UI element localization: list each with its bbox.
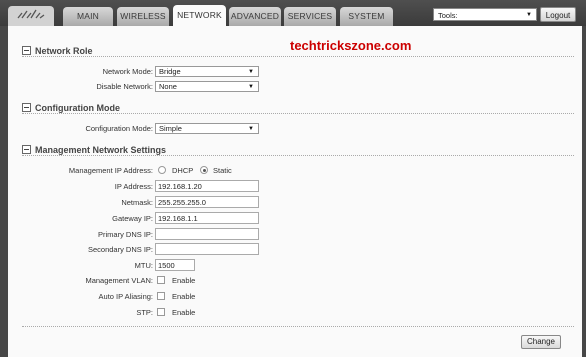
disable-network-label: Disable Network: — [96, 82, 153, 91]
tab-wireless[interactable]: WIRELESS — [117, 7, 169, 26]
tab-system[interactable]: SYSTEM — [340, 7, 393, 26]
logout-button[interactable]: Logout — [540, 7, 576, 22]
stp-label: STP: — [136, 308, 153, 317]
primary-dns-input[interactable] — [155, 228, 259, 240]
tab-advanced[interactable]: ADVANCED — [229, 7, 281, 26]
watermark-text: techtrickszone.com — [290, 38, 412, 53]
management-ip-address-label: Management IP Address: — [68, 166, 153, 175]
configuration-mode-section-title[interactable]: Configuration Mode — [22, 102, 120, 113]
management-network-section-title[interactable]: Management Network Settings — [22, 144, 166, 155]
collapse-icon[interactable] — [22, 103, 31, 112]
mtu-input[interactable]: 1500 — [155, 259, 195, 271]
dhcp-radio[interactable] — [158, 166, 166, 174]
chevron-down-icon: ▼ — [248, 69, 254, 75]
ubiquiti-logo-icon — [17, 9, 45, 19]
management-vlan-enable-label: Enable — [172, 276, 196, 285]
divider — [22, 155, 574, 156]
ip-address-input[interactable]: 192.168.1.20 — [155, 180, 259, 192]
static-label: Static — [213, 166, 232, 175]
configuration-mode-select[interactable]: Simple ▼ — [155, 123, 259, 134]
auto-ip-aliasing-label: Auto IP Aliasing: — [98, 292, 153, 301]
top-navigation-bar: MAIN WIRELESS NETWORK ADVANCED SERVICES … — [0, 0, 586, 26]
change-button[interactable]: Change — [521, 335, 561, 349]
divider — [22, 326, 574, 327]
netmask-input[interactable]: 255.255.255.0 — [155, 196, 259, 208]
logo[interactable] — [8, 6, 54, 26]
disable-network-select[interactable]: None ▼ — [155, 81, 259, 92]
divider — [22, 113, 574, 114]
network-mode-select[interactable]: Bridge ▼ — [155, 66, 259, 77]
divider — [22, 56, 574, 57]
gateway-ip-input[interactable]: 192.168.1.1 — [155, 212, 259, 224]
ip-address-label: IP Address: — [114, 182, 153, 191]
auto-ip-aliasing-checkbox[interactable] — [157, 292, 165, 300]
network-mode-label: Network Mode: — [102, 67, 153, 76]
netmask-label: Netmask: — [121, 198, 153, 207]
collapse-icon[interactable] — [22, 145, 31, 154]
main-panel — [8, 26, 582, 357]
secondary-dns-input[interactable] — [155, 243, 259, 255]
chevron-down-icon: ▼ — [248, 84, 254, 90]
secondary-dns-label: Secondary DNS IP: — [87, 245, 153, 254]
primary-dns-label: Primary DNS IP: — [97, 230, 153, 239]
mtu-label: MTU: — [134, 261, 153, 270]
chevron-down-icon: ▼ — [526, 12, 532, 18]
collapse-icon[interactable] — [22, 46, 31, 55]
auto-ip-aliasing-enable-label: Enable — [172, 292, 196, 301]
stp-enable-label: Enable — [172, 308, 196, 317]
management-vlan-checkbox[interactable] — [157, 276, 165, 284]
tools-label: Tools: — [438, 11, 458, 20]
chevron-down-icon: ▼ — [248, 126, 254, 132]
configuration-mode-label: Configuration Mode: — [85, 124, 153, 133]
dhcp-label: DHCP — [172, 166, 194, 175]
tab-main[interactable]: MAIN — [63, 7, 113, 26]
management-vlan-label: Management VLAN: — [85, 276, 153, 285]
static-radio[interactable] — [200, 166, 208, 174]
tab-network[interactable]: NETWORK — [173, 5, 226, 26]
stp-checkbox[interactable] — [157, 308, 165, 316]
tab-services[interactable]: SERVICES — [284, 7, 336, 26]
network-role-section-title[interactable]: Network Role — [22, 45, 93, 56]
gateway-ip-label: Gateway IP: — [112, 214, 153, 223]
tools-dropdown[interactable]: Tools: ▼ — [433, 8, 537, 21]
